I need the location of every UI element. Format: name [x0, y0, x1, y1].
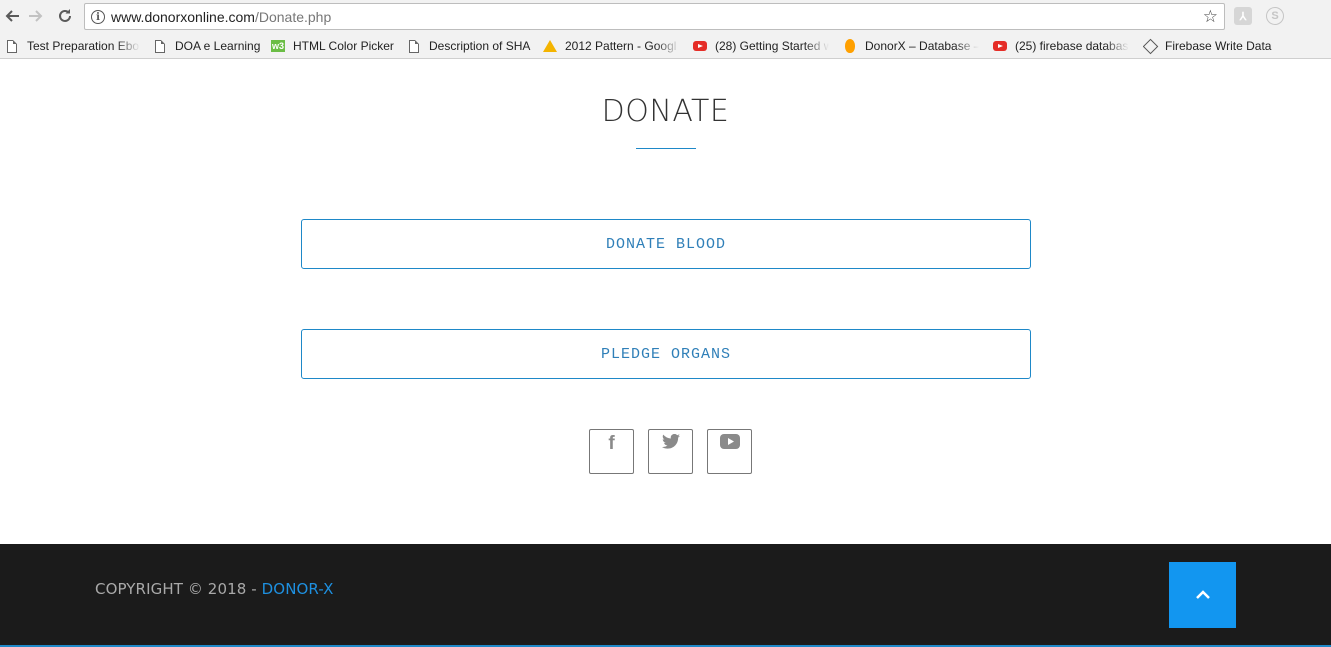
back-to-top-button[interactable] [1169, 562, 1236, 628]
bookmark-item[interactable]: 2012 Pattern - Googl [543, 37, 680, 55]
browser-toolbar: i www.donorxonline.com/Donate.php ☆ ⅄ S [0, 0, 1331, 33]
bookmark-label: Test Preparation Ebo [27, 39, 140, 53]
facebook-icon: f [608, 433, 615, 454]
google-drive-icon [543, 39, 557, 53]
youtube-link[interactable] [707, 429, 752, 474]
page-icon [407, 39, 421, 53]
bookmark-label: DOA e Learning [175, 39, 261, 53]
bookmark-label: DonorX – Database – [865, 39, 979, 53]
chevron-up-icon [1195, 590, 1210, 599]
bookmark-item[interactable]: Description of SHA [407, 37, 532, 55]
bookmarks-bar: Test Preparation Ebo DOA e Learning w3 H… [0, 33, 1331, 59]
pledge-organs-button[interactable]: PLEDGE ORGANS [301, 329, 1031, 379]
bookmark-item[interactable]: w3 HTML Color Picker [271, 37, 396, 55]
url-text[interactable]: www.donorxonline.com/Donate.php [111, 9, 331, 25]
youtube-icon [719, 434, 740, 473]
copyright-text: COPYRIGHT © 2018 - DONOR-X [95, 580, 333, 598]
info-icon[interactable]: i [91, 10, 105, 24]
reload-icon[interactable] [55, 6, 75, 26]
twitter-icon [661, 433, 680, 473]
page-title: DONATE [601, 94, 730, 129]
address-bar[interactable]: i www.donorxonline.com/Donate.php ☆ [84, 3, 1225, 30]
bookmark-label: (28) Getting Started w [715, 39, 829, 53]
bookmark-item[interactable]: Test Preparation Ebo [5, 37, 140, 55]
w3schools-icon: w3 [271, 40, 285, 52]
url-host: www.donorxonline.com [111, 9, 255, 25]
bookmark-star-icon[interactable]: ☆ [1203, 7, 1218, 27]
back-icon[interactable] [2, 6, 22, 26]
bookmark-item[interactable]: Firebase Write Data [1143, 37, 1283, 55]
title-divider [636, 148, 696, 149]
youtube-icon [693, 39, 707, 53]
url-path: /Donate.php [254, 9, 332, 25]
copyright-prefix: COPYRIGHT © 2018 - [95, 580, 262, 598]
bookmark-item[interactable]: (25) firebase databas [993, 37, 1129, 55]
youtube-icon [993, 39, 1007, 53]
bookmark-label: Firebase Write Data [1165, 39, 1272, 53]
bookmark-label: HTML Color Picker [293, 39, 394, 53]
page-icon [153, 39, 167, 53]
bookmark-label: 2012 Pattern - Googl [565, 39, 677, 53]
bookmark-label: Description of SHA [429, 39, 531, 53]
facebook-link[interactable]: f [589, 429, 634, 474]
diamond-icon [1143, 38, 1158, 54]
bookmark-label: (25) firebase databas [1015, 39, 1129, 53]
bookmark-item[interactable]: DOA e Learning [153, 37, 263, 55]
footer: COPYRIGHT © 2018 - DONOR-X [0, 544, 1331, 647]
donate-blood-button[interactable]: DONATE BLOOD [301, 219, 1031, 269]
bookmark-item[interactable]: DonorX – Database – [843, 37, 979, 55]
pdf-extension-icon[interactable]: ⅄ [1234, 7, 1252, 25]
bookmark-item[interactable]: (28) Getting Started w [693, 37, 829, 55]
page-icon [5, 39, 19, 53]
firebase-icon [843, 39, 857, 53]
forward-icon[interactable] [26, 6, 46, 26]
twitter-link[interactable] [648, 429, 693, 474]
skype-extension-icon[interactable]: S [1266, 7, 1284, 25]
brand-link[interactable]: DONOR-X [262, 580, 334, 598]
